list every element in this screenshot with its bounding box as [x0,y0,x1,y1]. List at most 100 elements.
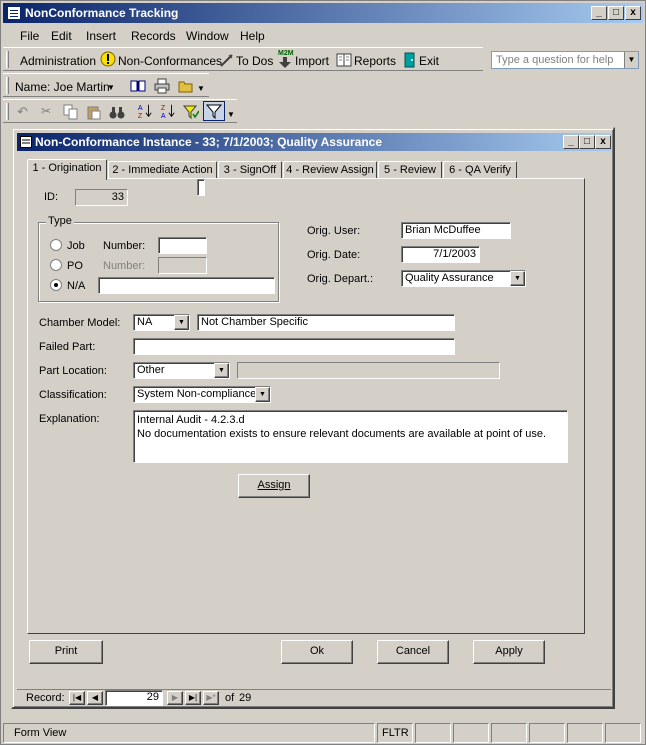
user-name-dropdown[interactable]: Name: Joe Martin [15,80,110,94]
filter-by-selection-icon[interactable] [183,104,199,120]
first-record-button[interactable]: |◀ [69,691,85,705]
next-record-button[interactable]: ▶ [167,691,183,705]
find-binoculars-icon[interactable] [109,104,125,120]
cut-icon[interactable]: ✂ [41,104,51,118]
new-record-button[interactable]: ▶* [203,691,219,705]
explanation-line-1: Internal Audit - 4.2.3.d [137,414,245,426]
tab-origination[interactable]: 1 - Origination [27,159,107,180]
pencil-icon [220,54,233,67]
chevron-down-icon[interactable]: ▼ [197,84,205,93]
orig-depart-dropdown-button[interactable]: ▼ [510,271,525,286]
orig-user-field[interactable]: Brian McDuffee [401,222,511,239]
type-job-radio[interactable] [50,239,62,251]
form-minimize-button[interactable]: _ [563,135,579,149]
form-maximize-button[interactable]: □ [579,135,595,149]
exit-door-icon [404,52,415,68]
application-window: NonConformance Tracking _ □ x File Edit … [0,0,646,745]
menu-help[interactable]: Help [240,29,265,43]
record-total: 29 [239,692,252,704]
reports-icon [336,53,352,67]
chamber-model-dropdown-button[interactable]: ▼ [174,315,189,330]
apply-button[interactable]: Apply [473,640,545,664]
import-button[interactable]: Import [295,54,329,68]
ok-button[interactable]: Ok [281,640,353,664]
warning-icon [100,51,116,67]
type-po-radio[interactable] [50,259,62,271]
failed-part-input[interactable] [133,338,455,355]
explanation-line-2: No documentation exists to ensure releva… [137,428,547,440]
nonconformances-button[interactable]: Non-Conformances [118,54,222,68]
current-record-input[interactable]: 29 [105,690,163,706]
nonconformance-form-window: Non-Conformance Instance - 33; 7/1/2003;… [11,127,615,709]
menu-file[interactable]: File [20,29,39,43]
na-text-input[interactable] [98,277,275,294]
classification-combo[interactable]: System Non-compliance ▼ [133,386,271,403]
apply-filter-button[interactable] [203,101,225,121]
cancel-button[interactable]: Cancel [377,640,449,664]
help-question-box[interactable]: Type a question for help ▼ [491,51,639,69]
open-folder-icon[interactable] [178,78,194,94]
chamber-description-field[interactable] [197,179,205,196]
toolbar-grip[interactable] [6,77,9,94]
svg-text:Z: Z [138,112,143,119]
exit-button[interactable]: Exit [419,54,439,68]
svg-text:A: A [138,104,143,112]
status-resize-grip[interactable] [605,723,641,743]
close-button[interactable]: x [625,6,641,20]
form-title-bar[interactable]: Non-Conformance Instance - 33; 7/1/2003;… [17,133,611,151]
reports-button[interactable]: Reports [354,54,396,68]
toolbar-grip[interactable] [6,103,9,120]
form-icon [20,136,32,148]
sort-ascending-icon[interactable]: A Z [137,103,153,119]
minimize-button[interactable]: _ [591,6,607,20]
administration-button[interactable]: Administration [20,54,96,68]
sort-descending-icon[interactable]: Z A [160,103,176,119]
tab-qa-verify[interactable]: 6 - QA Verify [443,161,517,179]
tab-immediate-action[interactable]: 2 - Immediate Action [108,161,217,179]
chevron-down-icon[interactable]: ▼ [107,83,115,92]
type-na-radio[interactable] [50,279,62,291]
chamber-model-combo[interactable]: NA ▼ [133,314,190,331]
status-cell-empty [415,723,451,743]
toolbar-grip[interactable] [6,51,9,68]
orig-depart-combo[interactable]: Quality Assurance ▼ [401,270,526,287]
menu-edit[interactable]: Edit [51,29,72,43]
id-field: 33 [75,189,128,206]
todos-button[interactable]: To Dos [236,54,273,68]
copy-icon[interactable] [63,104,79,120]
chamber-description-value[interactable]: Not Chamber Specific [197,314,455,331]
menu-records[interactable]: Records [131,29,176,43]
part-location-detail-field [237,362,500,379]
part-location-dropdown-button[interactable]: ▼ [214,363,229,378]
orig-date-field[interactable]: 7/1/2003 [401,246,480,263]
menu-insert[interactable]: Insert [86,29,116,43]
status-cell-empty [529,723,565,743]
type-group-label: Type [46,215,74,227]
print-button[interactable]: Print [29,640,103,664]
status-view-text: Form View [14,727,67,739]
orig-user-label: Orig. User: [307,225,361,237]
book-icon[interactable] [130,78,146,94]
part-location-value: Other [137,364,165,376]
menu-window[interactable]: Window [186,29,229,43]
maximize-button[interactable]: □ [608,6,624,20]
part-location-combo[interactable]: Other ▼ [133,362,230,379]
status-filter-cell: FLTR [377,723,413,743]
explanation-textarea[interactable]: Internal Audit - 4.2.3.d No documentatio… [133,410,568,463]
help-dropdown-arrow[interactable]: ▼ [624,52,638,68]
printer-icon[interactable] [154,78,170,94]
tab-review-assign[interactable]: 4 - Review Assign [283,161,377,179]
app-title-bar[interactable]: NonConformance Tracking _ □ x [3,3,643,23]
form-close-button[interactable]: x [595,135,611,149]
previous-record-button[interactable]: ◀ [87,691,103,705]
job-number-input[interactable] [158,237,207,254]
part-location-label: Part Location: [39,365,107,377]
chevron-down-icon[interactable]: ▼ [227,110,235,119]
paste-icon[interactable] [86,104,102,120]
assign-button[interactable]: Assign [238,474,310,498]
last-record-button[interactable]: ▶| [185,691,201,705]
classification-dropdown-button[interactable]: ▼ [255,387,270,402]
tab-review[interactable]: 5 - Review [378,161,442,179]
tab-signoff[interactable]: 3 - SignOff [218,161,282,179]
undo-icon[interactable]: ↶ [17,104,28,120]
